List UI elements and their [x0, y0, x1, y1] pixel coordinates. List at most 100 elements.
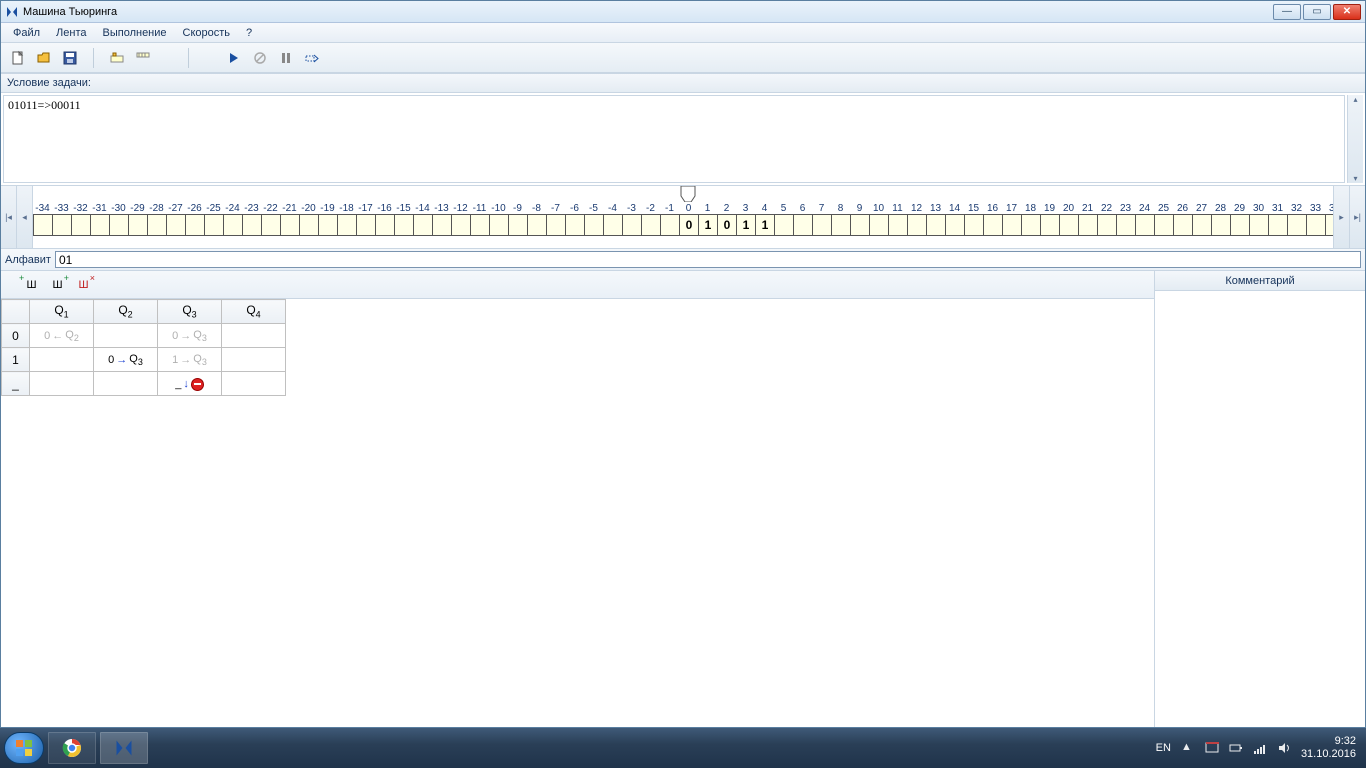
tape-cell[interactable]: 30 — [1249, 200, 1268, 236]
tape-cell[interactable]: -29 — [128, 200, 147, 236]
save-file-button[interactable] — [59, 47, 81, 69]
rule-cell[interactable]: 1 → Q3 — [158, 348, 222, 372]
tape-cell[interactable]: -21 — [280, 200, 299, 236]
tape-cell[interactable]: 23 — [1116, 200, 1135, 236]
maximize-button[interactable]: ▭ — [1303, 4, 1331, 20]
stop-button[interactable] — [249, 47, 271, 69]
tape-cell[interactable]: -1 — [660, 200, 679, 236]
language-indicator[interactable]: EN — [1156, 742, 1171, 754]
tape-cell[interactable]: -25 — [204, 200, 223, 236]
tape-cell[interactable]: 6 — [793, 200, 812, 236]
tape-cell[interactable]: 24 — [1135, 200, 1154, 236]
action-center-icon[interactable] — [1205, 741, 1219, 755]
tape-cell[interactable]: 31 — [1268, 200, 1287, 236]
tape-cell[interactable]: 18 — [1021, 200, 1040, 236]
rule-cell[interactable]: 0 → Q3 — [94, 348, 158, 372]
tape-cell[interactable]: 33 — [1306, 200, 1325, 236]
tape-cell[interactable]: -11 — [470, 200, 489, 236]
step-button[interactable] — [301, 47, 323, 69]
new-file-button[interactable] — [7, 47, 29, 69]
tape-cell[interactable]: 29 — [1230, 200, 1249, 236]
tape-scroll-end[interactable]: ▸| — [1349, 186, 1365, 248]
insert-state-left-button[interactable]: +Ш — [21, 275, 41, 295]
open-file-button[interactable] — [33, 47, 55, 69]
tape-cell[interactable]: -27 — [166, 200, 185, 236]
start-button[interactable] — [4, 732, 44, 764]
tape-cell[interactable]: 11 — [698, 200, 717, 236]
rule-cell[interactable] — [222, 348, 286, 372]
tape-cell[interactable]: 28 — [1211, 200, 1230, 236]
tape-cell[interactable]: 9 — [850, 200, 869, 236]
rule-cell[interactable] — [94, 324, 158, 348]
tape-cell[interactable]: -3 — [622, 200, 641, 236]
rule-cell[interactable]: 0 → Q3 — [158, 324, 222, 348]
symbol-header[interactable]: _ — [2, 372, 30, 396]
rule-cell[interactable] — [30, 372, 94, 396]
insert-state-right-button[interactable]: Ш+ — [47, 275, 67, 295]
tape-cell[interactable]: -12 — [451, 200, 470, 236]
tape-cell[interactable]: -18 — [337, 200, 356, 236]
tape-cell[interactable]: 7 — [812, 200, 831, 236]
tape-cell[interactable]: -32 — [71, 200, 90, 236]
tape-cell[interactable]: -31 — [90, 200, 109, 236]
tape-cell[interactable]: -6 — [565, 200, 584, 236]
pause-button[interactable] — [275, 47, 297, 69]
task-textarea[interactable] — [3, 95, 1345, 183]
tape-cell[interactable]: 16 — [983, 200, 1002, 236]
tape-cell[interactable]: -30 — [109, 200, 128, 236]
state-header[interactable]: Q3 — [158, 300, 222, 324]
tape-cell[interactable]: 27 — [1192, 200, 1211, 236]
tape-cell[interactable]: -33 — [52, 200, 71, 236]
rule-cell[interactable]: 0 ← Q2 — [30, 324, 94, 348]
symbol-header[interactable]: 1 — [2, 348, 30, 372]
minimize-button[interactable]: — — [1273, 4, 1301, 20]
tape-cell[interactable]: 21 — [1078, 200, 1097, 236]
flag-icon[interactable]: ▲ — [1181, 741, 1195, 755]
tape-cell[interactable]: 20 — [717, 200, 736, 236]
tape-cell[interactable]: -19 — [318, 200, 337, 236]
symbol-header[interactable]: 0 — [2, 324, 30, 348]
tape-cell[interactable]: -20 — [299, 200, 318, 236]
state-header[interactable]: Q1 — [30, 300, 94, 324]
tape-cell[interactable]: -15 — [394, 200, 413, 236]
close-button[interactable]: ✕ — [1333, 4, 1361, 20]
tape-cell[interactable]: 22 — [1097, 200, 1116, 236]
tape-cell[interactable]: -22 — [261, 200, 280, 236]
menu-file[interactable]: Файл — [5, 25, 48, 41]
tape-cell[interactable]: -10 — [489, 200, 508, 236]
tape-scroll-start[interactable]: |◂ — [1, 186, 17, 248]
tape-cell[interactable]: 25 — [1154, 200, 1173, 236]
tape-cell[interactable]: 31 — [736, 200, 755, 236]
tape-cell[interactable]: 26 — [1173, 200, 1192, 236]
tape-cell[interactable]: 11 — [888, 200, 907, 236]
tape-scroll-right[interactable]: ▸ — [1333, 186, 1349, 248]
rule-cell[interactable] — [94, 372, 158, 396]
tape-cell[interactable]: 34 — [1325, 200, 1333, 236]
tape-cell[interactable]: 10 — [869, 200, 888, 236]
menu-run[interactable]: Выполнение — [95, 25, 175, 41]
network-icon[interactable] — [1253, 741, 1267, 755]
tape-cell[interactable]: -2 — [641, 200, 660, 236]
tape-cell[interactable]: -14 — [413, 200, 432, 236]
tape-cell[interactable]: -17 — [356, 200, 375, 236]
rule-cell[interactable] — [222, 324, 286, 348]
volume-icon[interactable] — [1277, 741, 1291, 755]
task-scrollbar[interactable] — [1347, 95, 1363, 183]
tape-cell[interactable]: 00 — [679, 200, 698, 236]
tape-cell[interactable]: 5 — [774, 200, 793, 236]
rule-cell[interactable] — [30, 348, 94, 372]
tape-cell[interactable]: -5 — [584, 200, 603, 236]
menu-tape[interactable]: Лента — [48, 25, 94, 41]
tape-cell[interactable]: -26 — [185, 200, 204, 236]
tape-cell[interactable]: -4 — [603, 200, 622, 236]
tape-cell[interactable]: 15 — [964, 200, 983, 236]
tape-cell[interactable]: 17 — [1002, 200, 1021, 236]
rule-cell[interactable]: _ ↓ — [158, 372, 222, 396]
tape-preset-button[interactable] — [106, 47, 128, 69]
tape-cell[interactable]: 8 — [831, 200, 850, 236]
tape-cell[interactable]: -16 — [375, 200, 394, 236]
tape-cell[interactable]: 32 — [1287, 200, 1306, 236]
tape-cell[interactable]: -13 — [432, 200, 451, 236]
tape-cell[interactable]: -34 — [33, 200, 52, 236]
rules-grid[interactable]: Q1Q2Q3Q400 ← Q20 → Q310 → Q31 → Q3__ ↓ — [1, 299, 1154, 727]
